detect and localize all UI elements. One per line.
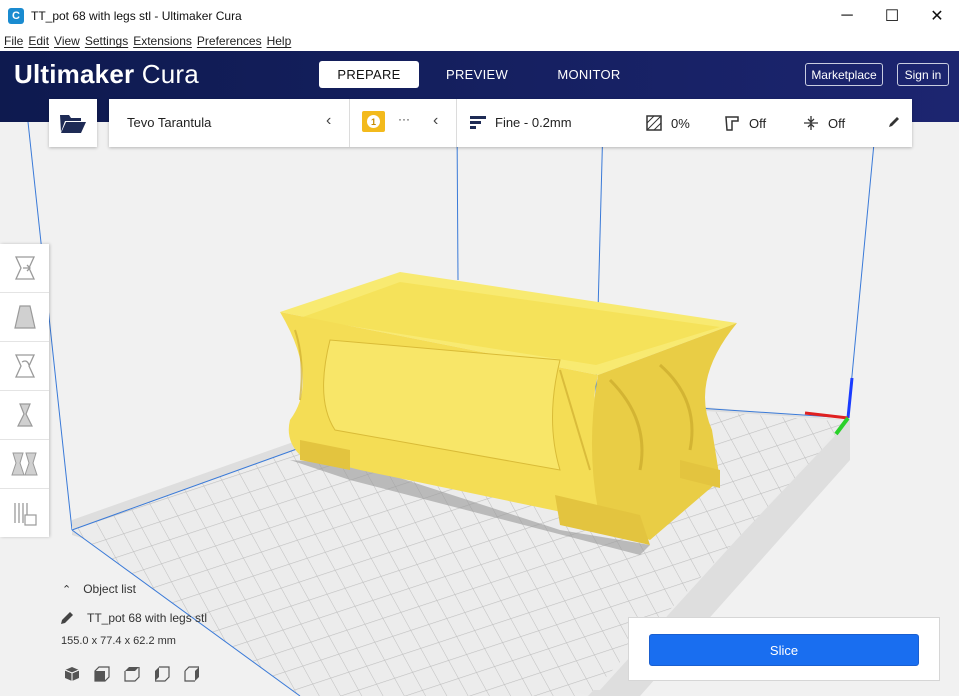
view-orientation-bar bbox=[64, 665, 214, 683]
quality-icon bbox=[470, 115, 486, 130]
print-setup-bar: Tevo Tarantula ‹ 1 ··· ‹ Fine - 0.2mm 0%… bbox=[109, 99, 912, 147]
menu-file[interactable]: File bbox=[4, 34, 23, 48]
minimize-button[interactable]: ─ bbox=[824, 0, 870, 31]
adhesion-icon bbox=[803, 115, 819, 131]
printer-selector[interactable]: Tevo Tarantula bbox=[127, 115, 211, 130]
chevron-up-icon: ⌃ bbox=[62, 583, 72, 596]
tool-panel bbox=[0, 244, 49, 537]
slice-button[interactable]: Slice bbox=[649, 634, 919, 666]
object-list-toggle[interactable]: ⌃ Object list bbox=[62, 582, 136, 596]
support-icon bbox=[724, 115, 740, 131]
support-value: Off bbox=[749, 115, 767, 131]
move-tool[interactable] bbox=[0, 244, 49, 293]
3d-view-icon[interactable] bbox=[64, 665, 94, 683]
menu-view[interactable]: View bbox=[54, 34, 80, 48]
support-blocker-tool[interactable] bbox=[0, 489, 49, 538]
object-name: TT_pot 68 with legs stl bbox=[87, 611, 208, 625]
object-name-row[interactable]: TT_pot 68 with legs stl bbox=[60, 611, 207, 625]
mirror-icon bbox=[16, 403, 33, 427]
right-view-icon[interactable] bbox=[184, 665, 214, 683]
scale-icon bbox=[13, 305, 36, 329]
cura-app-icon: C bbox=[8, 7, 24, 24]
extruder-badge[interactable]: 1 bbox=[362, 111, 385, 132]
scale-tool[interactable] bbox=[0, 293, 49, 342]
slice-panel: Slice bbox=[628, 617, 940, 681]
divider bbox=[456, 99, 457, 147]
tab-monitor[interactable]: MONITOR bbox=[539, 61, 639, 88]
tab-prepare[interactable]: PREPARE bbox=[319, 61, 419, 88]
top-view-icon[interactable] bbox=[124, 665, 154, 683]
edit-settings-pencil-icon[interactable] bbox=[888, 115, 900, 133]
infill-setting[interactable]: 0% bbox=[646, 115, 690, 131]
menu-settings[interactable]: Settings bbox=[85, 34, 128, 48]
menu-edit[interactable]: Edit bbox=[28, 34, 49, 48]
object-list-label: Object list bbox=[83, 582, 136, 596]
rotate-tool[interactable] bbox=[0, 342, 49, 391]
open-file-button[interactable] bbox=[49, 99, 97, 147]
move-icon bbox=[14, 256, 35, 280]
per-model-settings-tool[interactable] bbox=[0, 440, 49, 489]
print-profile-selector[interactable]: Fine - 0.2mm bbox=[470, 115, 572, 130]
extruder-material[interactable]: ··· bbox=[398, 112, 410, 126]
folder-open-icon bbox=[60, 115, 86, 133]
chevron-left-icon[interactable]: ‹ bbox=[433, 112, 438, 130]
menu-help[interactable]: Help bbox=[267, 34, 292, 48]
window-title: TT_pot 68 with legs stl - Ultimaker Cura bbox=[31, 8, 242, 23]
ultimaker-cura-logo: Ultimaker Cura bbox=[14, 59, 199, 89]
front-view-icon[interactable] bbox=[94, 665, 124, 683]
object-dimensions: 155.0 x 77.4 x 62.2 mm bbox=[61, 635, 176, 647]
menu-bar: File Edit View Settings Extensions Prefe… bbox=[0, 31, 959, 51]
maximize-button[interactable]: ☐ bbox=[869, 0, 915, 31]
profile-label: Fine - 0.2mm bbox=[495, 115, 572, 130]
divider bbox=[349, 99, 350, 147]
object-list-panel: ⌃ Object list TT_pot 68 with legs stl 15… bbox=[60, 580, 320, 690]
support-setting[interactable]: Off bbox=[724, 115, 766, 131]
adhesion-setting[interactable]: Off bbox=[803, 115, 845, 131]
rotate-icon bbox=[14, 354, 35, 378]
per-model-settings-icon bbox=[10, 452, 38, 476]
extruder-number: 1 bbox=[367, 115, 380, 128]
mirror-tool[interactable] bbox=[0, 391, 49, 440]
marketplace-button[interactable]: Marketplace bbox=[805, 63, 883, 86]
sign-in-button[interactable]: Sign in bbox=[897, 63, 949, 86]
support-blocker-icon bbox=[13, 502, 37, 526]
menu-preferences[interactable]: Preferences bbox=[197, 34, 262, 48]
infill-icon bbox=[646, 115, 662, 131]
menu-extensions[interactable]: Extensions bbox=[133, 34, 192, 48]
window-titlebar: C TT_pot 68 with legs stl - Ultimaker Cu… bbox=[0, 0, 959, 31]
close-button[interactable]: ✕ bbox=[914, 0, 959, 31]
infill-value: 0% bbox=[671, 115, 690, 131]
chevron-left-icon[interactable]: ‹ bbox=[326, 112, 331, 130]
pencil-icon bbox=[60, 611, 74, 625]
adhesion-value: Off bbox=[828, 115, 846, 131]
left-view-icon[interactable] bbox=[154, 665, 184, 683]
tab-preview[interactable]: PREVIEW bbox=[427, 61, 527, 88]
